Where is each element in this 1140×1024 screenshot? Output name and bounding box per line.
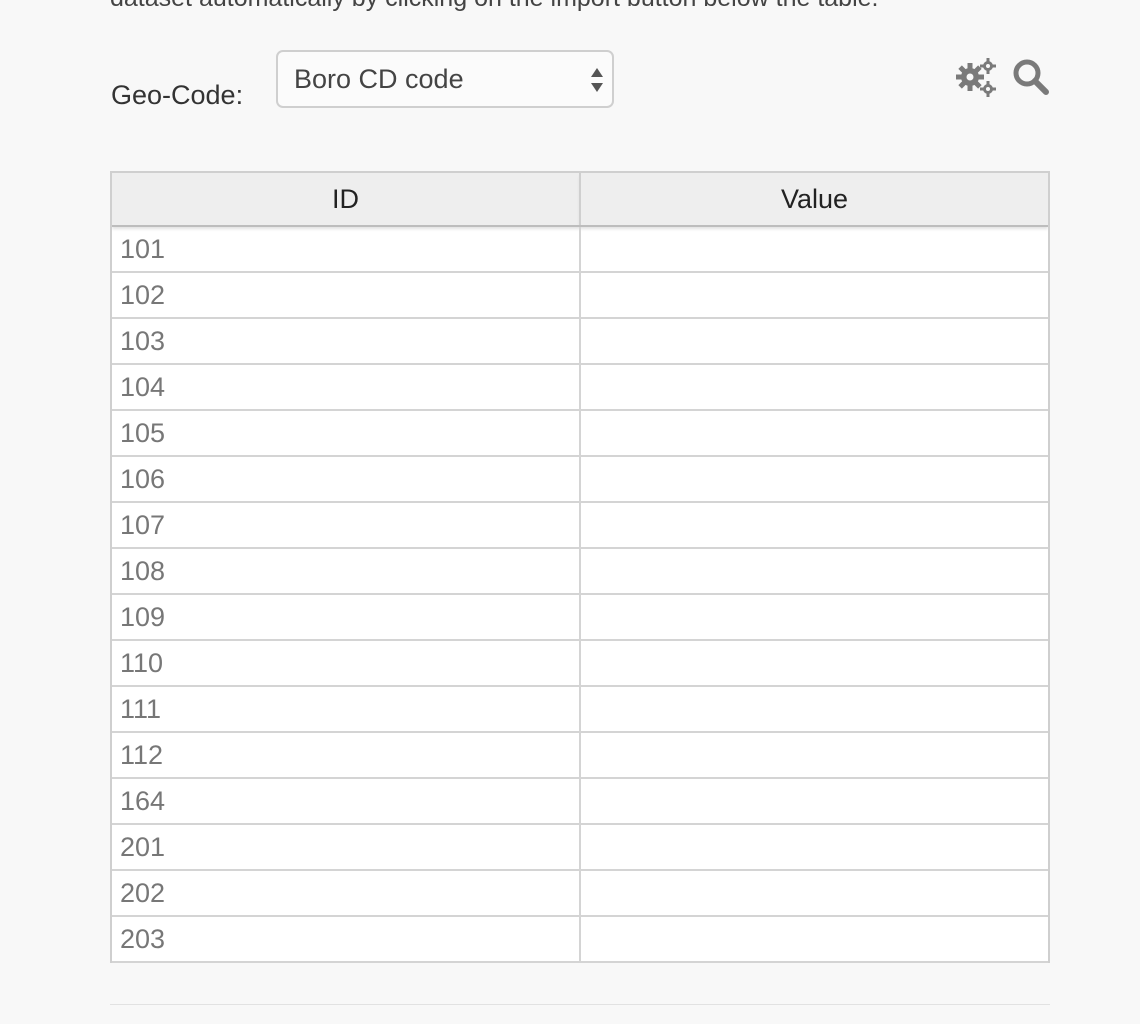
search-button[interactable] [1010,56,1052,98]
table-row: 111 [112,686,1048,733]
divider [110,1004,1050,1005]
cell-value[interactable] [580,870,1048,917]
table-row: 103 [112,318,1048,365]
cell-value[interactable] [580,456,1048,503]
cell-value[interactable] [580,778,1048,825]
table-body: 101 102 103 104 105 106 107 108 109 110 111 112 164 2… [112,226,1048,963]
cell-value[interactable] [580,318,1048,365]
table-row: 112 [112,732,1048,779]
column-header-value[interactable]: Value [580,173,1048,227]
table-row: 164 [112,778,1048,825]
cell-id[interactable]: 201 [112,824,581,871]
cell-id[interactable]: 103 [112,318,581,365]
table-row: 202 [112,870,1048,917]
cell-value[interactable] [580,916,1048,963]
cell-value[interactable] [580,502,1048,549]
geocode-label: Geo-Code: [111,80,244,110]
cell-id[interactable]: 108 [112,548,581,595]
table-row: 110 [112,640,1048,687]
cell-value[interactable] [580,548,1048,595]
cell-id[interactable]: 104 [112,364,581,411]
cell-id[interactable]: 102 [112,272,581,319]
table-row: 201 [112,824,1048,871]
cell-value[interactable] [580,732,1048,779]
cell-id[interactable]: 203 [112,916,581,963]
cell-id[interactable]: 202 [112,870,581,917]
table-row: 102 [112,272,1048,319]
table-row: 107 [112,502,1048,549]
select-arrows-icon [591,68,603,92]
page: dataset automatically by clicking on the… [0,0,1140,1024]
settings-button[interactable] [955,56,997,98]
cell-id[interactable]: 106 [112,456,581,503]
cell-id[interactable]: 111 [112,686,581,733]
geocode-select-value: Boro CD code [294,63,464,94]
cell-value[interactable] [580,594,1048,641]
cell-value[interactable] [580,640,1048,687]
cell-id[interactable]: 112 [112,732,581,779]
cell-value[interactable] [580,364,1048,411]
table-row: 106 [112,456,1048,503]
cell-id[interactable]: 101 [112,226,581,273]
gears-icon [956,58,996,97]
cell-id[interactable]: 164 [112,778,581,825]
data-table: ID Value 101 102 103 104 105 106 107 108 109 110 1… [112,173,1048,963]
geocode-select[interactable]: Boro CD code [276,50,614,108]
cell-value[interactable] [580,410,1048,457]
table-row: 109 [112,594,1048,641]
table-row: 105 [112,410,1048,457]
search-icon [1013,59,1049,95]
cell-id[interactable]: 107 [112,502,581,549]
data-table-container[interactable]: ID Value 101 102 103 104 105 106 107 108 109 110 1… [110,171,1050,963]
cell-value[interactable] [580,272,1048,319]
table-row: 104 [112,364,1048,411]
cell-value[interactable] [580,226,1048,273]
cell-id[interactable]: 105 [112,410,581,457]
column-header-id[interactable]: ID [112,173,581,227]
cell-id[interactable]: 110 [112,640,581,687]
table-header-row: ID Value [112,173,1048,227]
table-row: 108 [112,548,1048,595]
table-row: 101 [112,226,1048,273]
cell-value[interactable] [580,686,1048,733]
table-row: 203 [112,916,1048,963]
cell-id[interactable]: 109 [112,594,581,641]
cell-value[interactable] [580,824,1048,871]
intro-text: dataset automatically by clicking on the… [110,0,879,12]
